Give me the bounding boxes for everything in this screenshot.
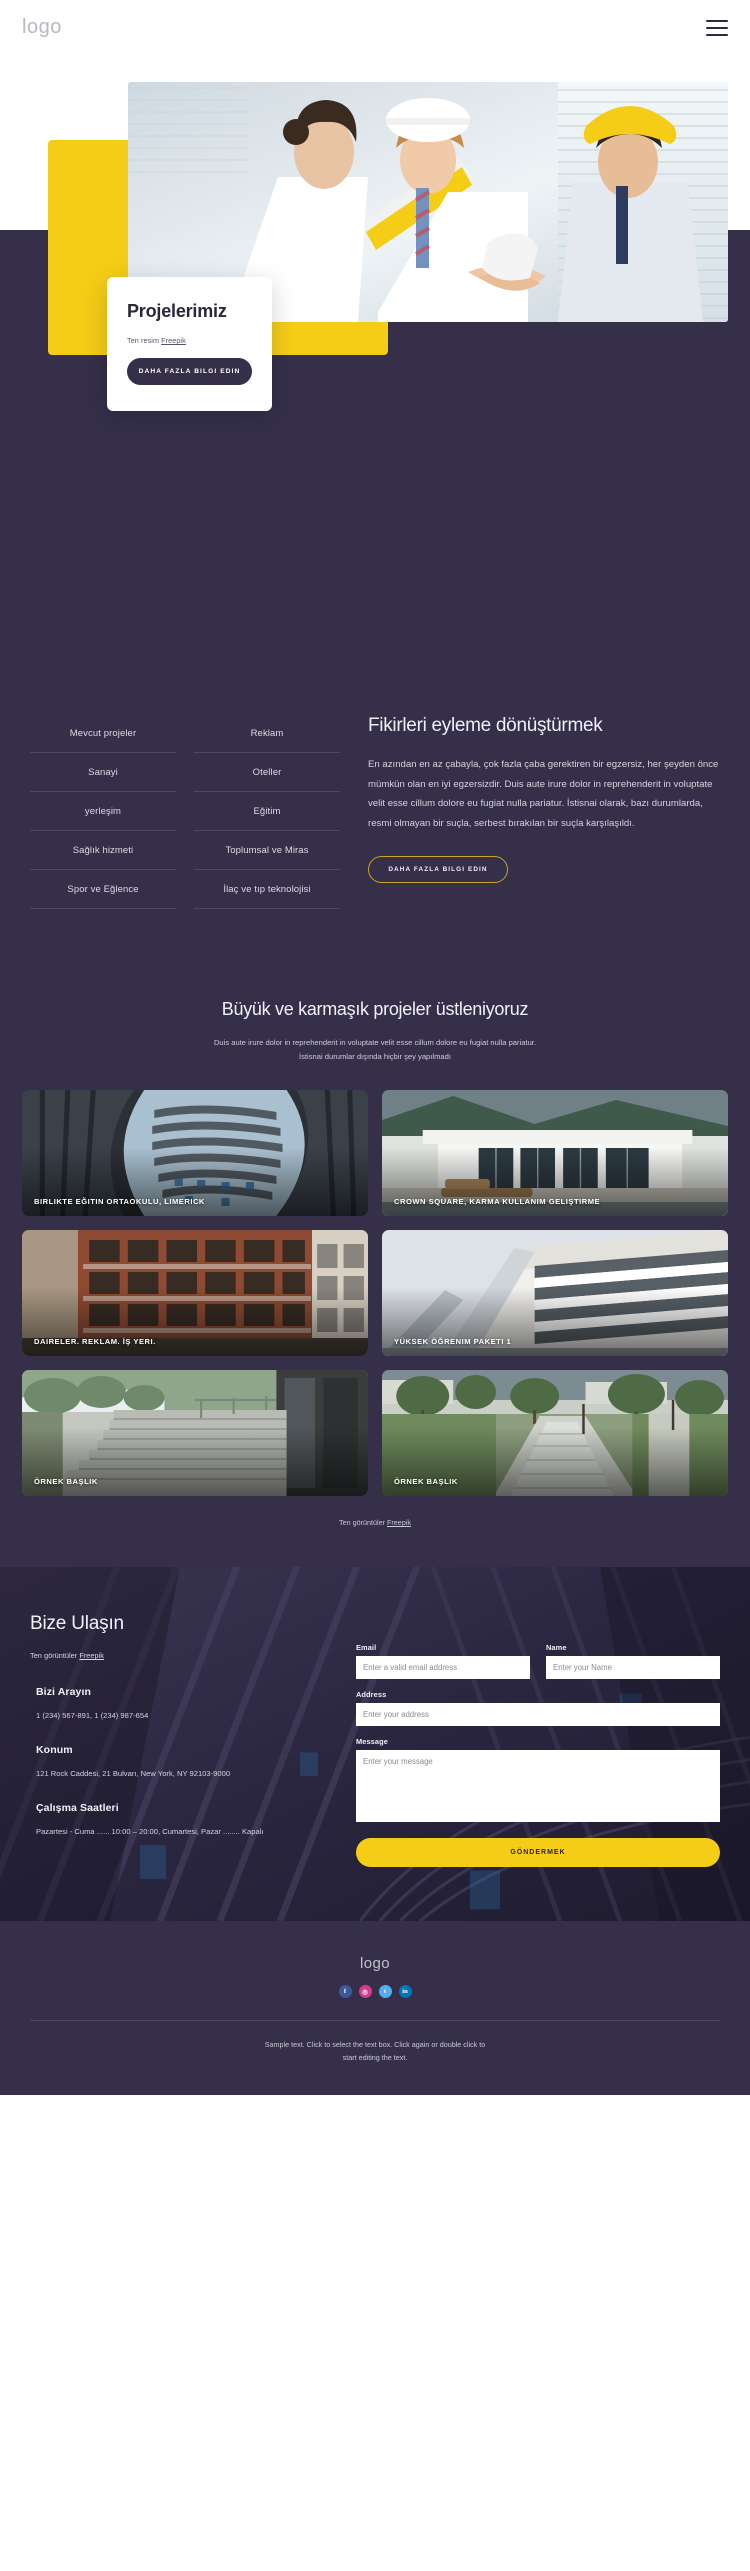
form-group-name: Name <box>546 1643 720 1680</box>
category-list: Mevcut projeler Reklam Sanayi Oteller ye… <box>30 710 340 909</box>
project-card-caption: ÖRNEK BAŞLIK <box>394 1477 458 1487</box>
name-label: Name <box>546 1643 567 1653</box>
ideas-section: Mevcut projeler Reklam Sanayi Oteller ye… <box>0 655 750 969</box>
contact-block-location: Konum 121 Rock Caddesi, 21 Bulvarı, New … <box>30 1744 330 1782</box>
projects-subtitle-line2: İstisnai durumlar dışında hiçbir şey yap… <box>299 1052 451 1062</box>
social-links: f ◎ t in <box>30 1985 720 1999</box>
hero-credit-prefix: Ten resim <box>127 336 162 345</box>
contact-credit-prefix: Ten görüntüler <box>30 1651 80 1661</box>
ideas-paragraph: En azından en az çabayla, çok fazla çaba… <box>368 759 719 830</box>
project-card[interactable]: DAIRELER. REKLAM. İŞ YERI. <box>22 1230 368 1357</box>
address-field[interactable] <box>356 1703 720 1727</box>
category-item[interactable]: Reklam <box>194 714 340 753</box>
page-title: Projelerimiz <box>127 301 227 321</box>
projects-subtitle-line1: Duis aute irure dolor in reprehenderit i… <box>213 1038 537 1047</box>
category-item[interactable]: Mevcut projeler <box>30 714 176 753</box>
burger-line <box>706 19 728 22</box>
project-card[interactable]: ÖRNEK BAŞLIK <box>382 1370 728 1497</box>
category-item[interactable]: Spor ve Eğlence <box>30 870 176 909</box>
site-footer: logo f ◎ t in Sample text. Click to sele… <box>0 1921 750 2095</box>
project-card[interactable]: ÖRNEK BAŞLIK <box>22 1370 368 1497</box>
projects-credit-prefix: Ten görüntüler <box>339 1518 387 1528</box>
project-card-caption: ÖRNEK BAŞLIK <box>34 1477 98 1487</box>
hamburger-menu-icon[interactable] <box>706 19 728 36</box>
ideas-cta-button[interactable]: DAHA FAZLA BILGI EDIN <box>368 855 508 883</box>
contact-block-text: 1 (234) 567-891, 1 (234) 987-654 <box>36 1711 149 1721</box>
projects-grid: BIRLIKTE EĞITIN ORTAOKULU, LIMERICK CROW… <box>22 1090 728 1497</box>
project-card[interactable]: BIRLIKTE EĞITIN ORTAOKULU, LIMERICK <box>22 1090 368 1217</box>
contact-inner: Bize Ulaşın Ten görüntüler Freepik Bizi … <box>30 1613 720 1868</box>
contact-block-title: Çalışma Saatleri <box>36 1801 119 1814</box>
facebook-icon[interactable]: f <box>338 1985 352 1999</box>
submit-button[interactable]: GÖNDERMEK <box>356 1838 720 1868</box>
footer-logo[interactable]: logo <box>30 1955 720 1972</box>
form-group-email: Email <box>356 1643 530 1680</box>
contact-block-text: 121 Rock Caddesi, 21 Bulvarı, New York, … <box>36 1768 231 1778</box>
site-header: logo <box>0 0 750 55</box>
category-grid: Mevcut projeler Reklam Sanayi Oteller ye… <box>30 714 340 909</box>
project-card[interactable]: CROWN SQUARE, KARMA KULLANIM GELIŞTIRME <box>382 1090 728 1217</box>
email-label: Email <box>356 1643 377 1653</box>
form-row-email-name: Email Name <box>356 1643 720 1690</box>
contact-form: Email Name Address Message GÖNDERMEK <box>356 1613 720 1868</box>
footer-text-line1: Sample text. Click to select the text bo… <box>264 2040 486 2050</box>
hero-credit-link[interactable]: Freepik <box>161 336 186 345</box>
site-logo[interactable]: logo <box>22 16 62 39</box>
hero-section: Projelerimiz Ten resim Freepik DAHA FAZL… <box>0 55 750 655</box>
hero-card: Projelerimiz Ten resim Freepik DAHA FAZL… <box>107 277 272 411</box>
ideas-text-column: Fikirleri eyleme dönüştürmek En azından … <box>368 710 720 909</box>
burger-line <box>706 33 728 36</box>
email-field[interactable] <box>356 1656 530 1680</box>
category-item[interactable]: Toplumsal ve Miras <box>194 831 340 870</box>
projects-credit-link[interactable]: Freepik <box>387 1518 411 1527</box>
projects-subtitle: Duis aute irure dolor in reprehenderit i… <box>22 1036 728 1064</box>
hero-cta-button[interactable]: DAHA FAZLA BILGI EDIN <box>127 358 252 385</box>
form-group-message: Message <box>356 1737 720 1827</box>
category-item[interactable]: Sanayi <box>30 753 176 792</box>
projects-image-credit: Ten görüntüler Freepik <box>22 1518 728 1527</box>
contact-heading: Bize Ulaşın <box>30 1613 124 1635</box>
message-label: Message <box>356 1737 388 1747</box>
hero-image-credit: Ten resim Freepik <box>127 336 252 345</box>
form-group-address: Address <box>356 1690 720 1727</box>
category-item[interactable]: Oteller <box>194 753 340 792</box>
category-item[interactable]: Eğitim <box>194 792 340 831</box>
contact-block-phone: Bizi Arayın 1 (234) 567-891, 1 (234) 987… <box>30 1686 330 1724</box>
contact-block-hours: Çalışma Saatleri Pazartesi - Cuma ......… <box>30 1802 330 1840</box>
category-item[interactable]: yerleşim <box>30 792 176 831</box>
footer-text-line2: start editing the text. <box>342 2053 408 2063</box>
category-item[interactable]: İlaç ve tıp teknolojisi <box>194 870 340 909</box>
footer-text: Sample text. Click to select the text bo… <box>30 2039 720 2065</box>
projects-section: Büyük ve karmaşık projeler üstleniyoruz … <box>0 969 750 1568</box>
message-field[interactable] <box>356 1750 720 1823</box>
ideas-heading: Fikirleri eyleme dönüştürmek <box>368 715 603 736</box>
contact-block-title: Bizi Arayın <box>36 1686 91 1699</box>
category-item[interactable]: Sağlık hizmeti <box>30 831 176 870</box>
footer-divider <box>30 2020 720 2022</box>
project-card-caption: DAIRELER. REKLAM. İŞ YERI. <box>34 1337 156 1347</box>
project-card-caption: BIRLIKTE EĞITIN ORTAOKULU, LIMERICK <box>34 1197 205 1207</box>
linkedin-icon[interactable]: in <box>398 1985 412 1999</box>
contact-image-credit: Ten görüntüler Freepik <box>30 1651 330 1660</box>
project-card-caption: CROWN SQUARE, KARMA KULLANIM GELIŞTIRME <box>394 1197 601 1207</box>
contact-info-column: Bize Ulaşın Ten görüntüler Freepik Bizi … <box>30 1613 330 1867</box>
name-field[interactable] <box>546 1656 720 1680</box>
contact-block-text: Pazartesi - Cuma ...... 10:00 – 20:00, C… <box>36 1826 264 1836</box>
contact-section: Bize Ulaşın Ten görüntüler Freepik Bizi … <box>0 1567 750 1922</box>
contact-credit-link[interactable]: Freepik <box>79 1651 104 1660</box>
instagram-icon[interactable]: ◎ <box>358 1985 372 1999</box>
project-card[interactable]: YÜKSEK ÖĞRENIM PAKETI 1 <box>382 1230 728 1357</box>
twitter-icon[interactable]: t <box>378 1985 392 1999</box>
projects-heading: Büyük ve karmaşık projeler üstleniyoruz <box>221 999 529 1019</box>
contact-block-title: Konum <box>36 1743 73 1756</box>
address-label: Address <box>356 1690 387 1700</box>
burger-line <box>706 26 728 29</box>
project-card-caption: YÜKSEK ÖĞRENIM PAKETI 1 <box>394 1337 512 1347</box>
